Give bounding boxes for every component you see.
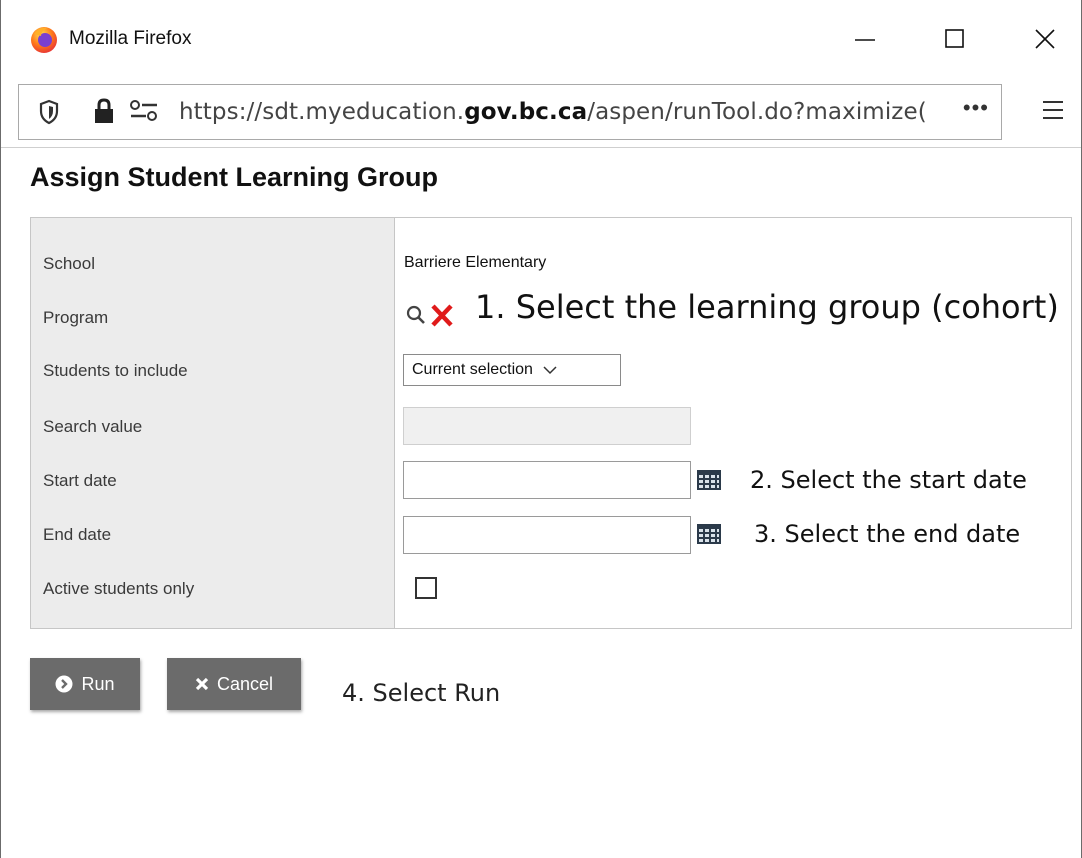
page-actions-menu[interactable]: •••	[963, 95, 989, 121]
maximize-icon	[945, 29, 964, 48]
close-icon	[1035, 29, 1055, 49]
cancel-button-label: Cancel	[216, 673, 274, 694]
url-bar[interactable]: https://sdt.myeducation.gov.bc.ca/aspen/…	[18, 84, 1002, 140]
search-value-input[interactable]	[403, 407, 691, 445]
end-date-label: End date	[43, 525, 112, 544]
hamburger-menu-icon[interactable]	[1041, 98, 1065, 122]
active-students-only-checkbox[interactable]	[415, 577, 437, 599]
students-to-include-label: Students to include	[43, 361, 188, 380]
url-prefix: https://sdt.myeducation.	[179, 99, 465, 125]
page-title: Assign Student Learning Group	[30, 162, 439, 192]
close-window-button[interactable]	[1015, 14, 1075, 64]
minimize-button[interactable]	[835, 14, 895, 64]
cancel-button[interactable]: Cancel	[167, 658, 301, 710]
school-value: Barriere Elementary	[404, 254, 547, 271]
window-title: Mozilla Firefox	[69, 28, 192, 49]
step4-annotation: 4. Select Run	[336, 674, 660, 712]
program-label: Program	[43, 308, 109, 327]
students-to-include-selected: Current selection	[412, 361, 533, 378]
play-circle-icon	[55, 675, 73, 693]
toolbar-separator	[1, 147, 1081, 148]
end-date-input[interactable]	[403, 516, 691, 554]
url-suffix: /aspen/runTool.do?maximize(	[587, 99, 927, 125]
navigation-bar: https://sdt.myeducation.gov.bc.ca/aspen/…	[1, 78, 1081, 148]
run-button[interactable]: Run	[30, 658, 140, 710]
step2-annotation: 2. Select the start date	[750, 466, 1027, 494]
run-button-label: Run	[81, 673, 115, 694]
clear-x-icon[interactable]	[430, 302, 454, 328]
start-date-label: Start date	[43, 471, 117, 490]
maximize-button[interactable]	[925, 14, 985, 64]
search-value-label: Search value	[43, 417, 143, 436]
tool-form: School Program Students to include Searc…	[30, 217, 1072, 629]
start-date-input[interactable]	[403, 461, 691, 499]
chevron-down-icon	[543, 366, 557, 375]
lock-icon[interactable]	[93, 97, 115, 125]
minimize-icon	[855, 39, 875, 41]
permissions-icon[interactable]	[129, 99, 159, 123]
school-label: School	[43, 254, 95, 273]
shield-icon[interactable]	[38, 99, 60, 125]
url-domain: gov.bc.ca	[464, 99, 588, 125]
calendar-icon[interactable]	[697, 470, 721, 490]
search-icon[interactable]	[405, 304, 427, 326]
step1-annotation: 1. Select the learning group (cohort)	[475, 288, 1071, 326]
calendar-icon[interactable]	[697, 524, 721, 544]
step3-annotation: 3. Select the end date	[754, 520, 1021, 548]
url-text[interactable]: https://sdt.myeducation.gov.bc.ca/aspen/…	[179, 99, 927, 125]
firefox-logo	[31, 27, 57, 53]
active-students-only-label: Active students only	[43, 579, 195, 598]
title-bar: Mozilla Firefox	[1, 0, 1081, 78]
label-column: School Program Students to include Searc…	[31, 218, 395, 628]
x-icon	[195, 677, 209, 691]
students-to-include-select[interactable]: Current selection	[403, 354, 621, 386]
